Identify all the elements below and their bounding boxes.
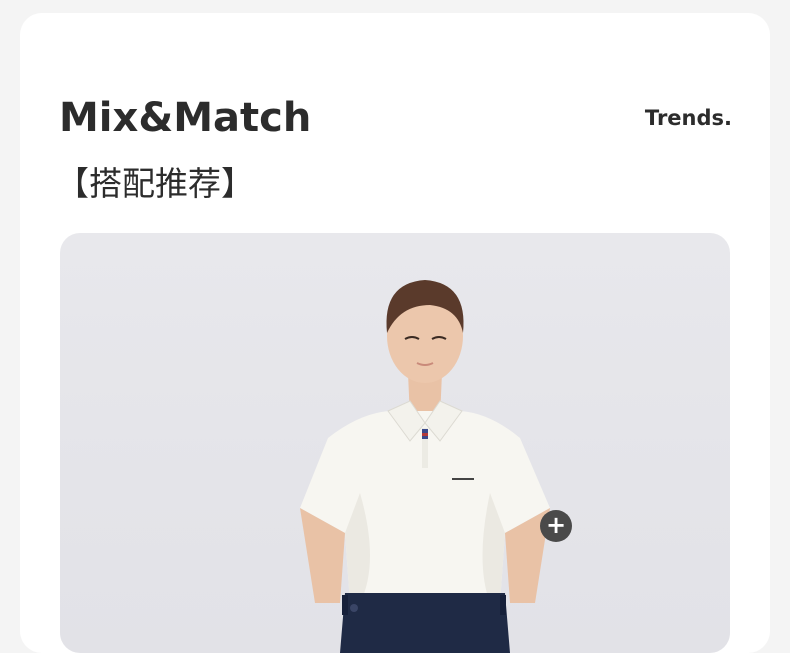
section-subtitle: 【搭配推荐】 [56, 164, 254, 203]
mix-match-card: Mix&Match 【搭配推荐】 Trends. + [20, 13, 770, 653]
model-photo[interactable] [60, 233, 730, 653]
plus-icon: + [545, 511, 567, 539]
model-figure [300, 280, 550, 653]
trends-label: Trends. [644, 106, 732, 130]
add-to-cart-button[interactable]: + [540, 510, 572, 542]
section-title: Mix&Match [59, 95, 312, 141]
